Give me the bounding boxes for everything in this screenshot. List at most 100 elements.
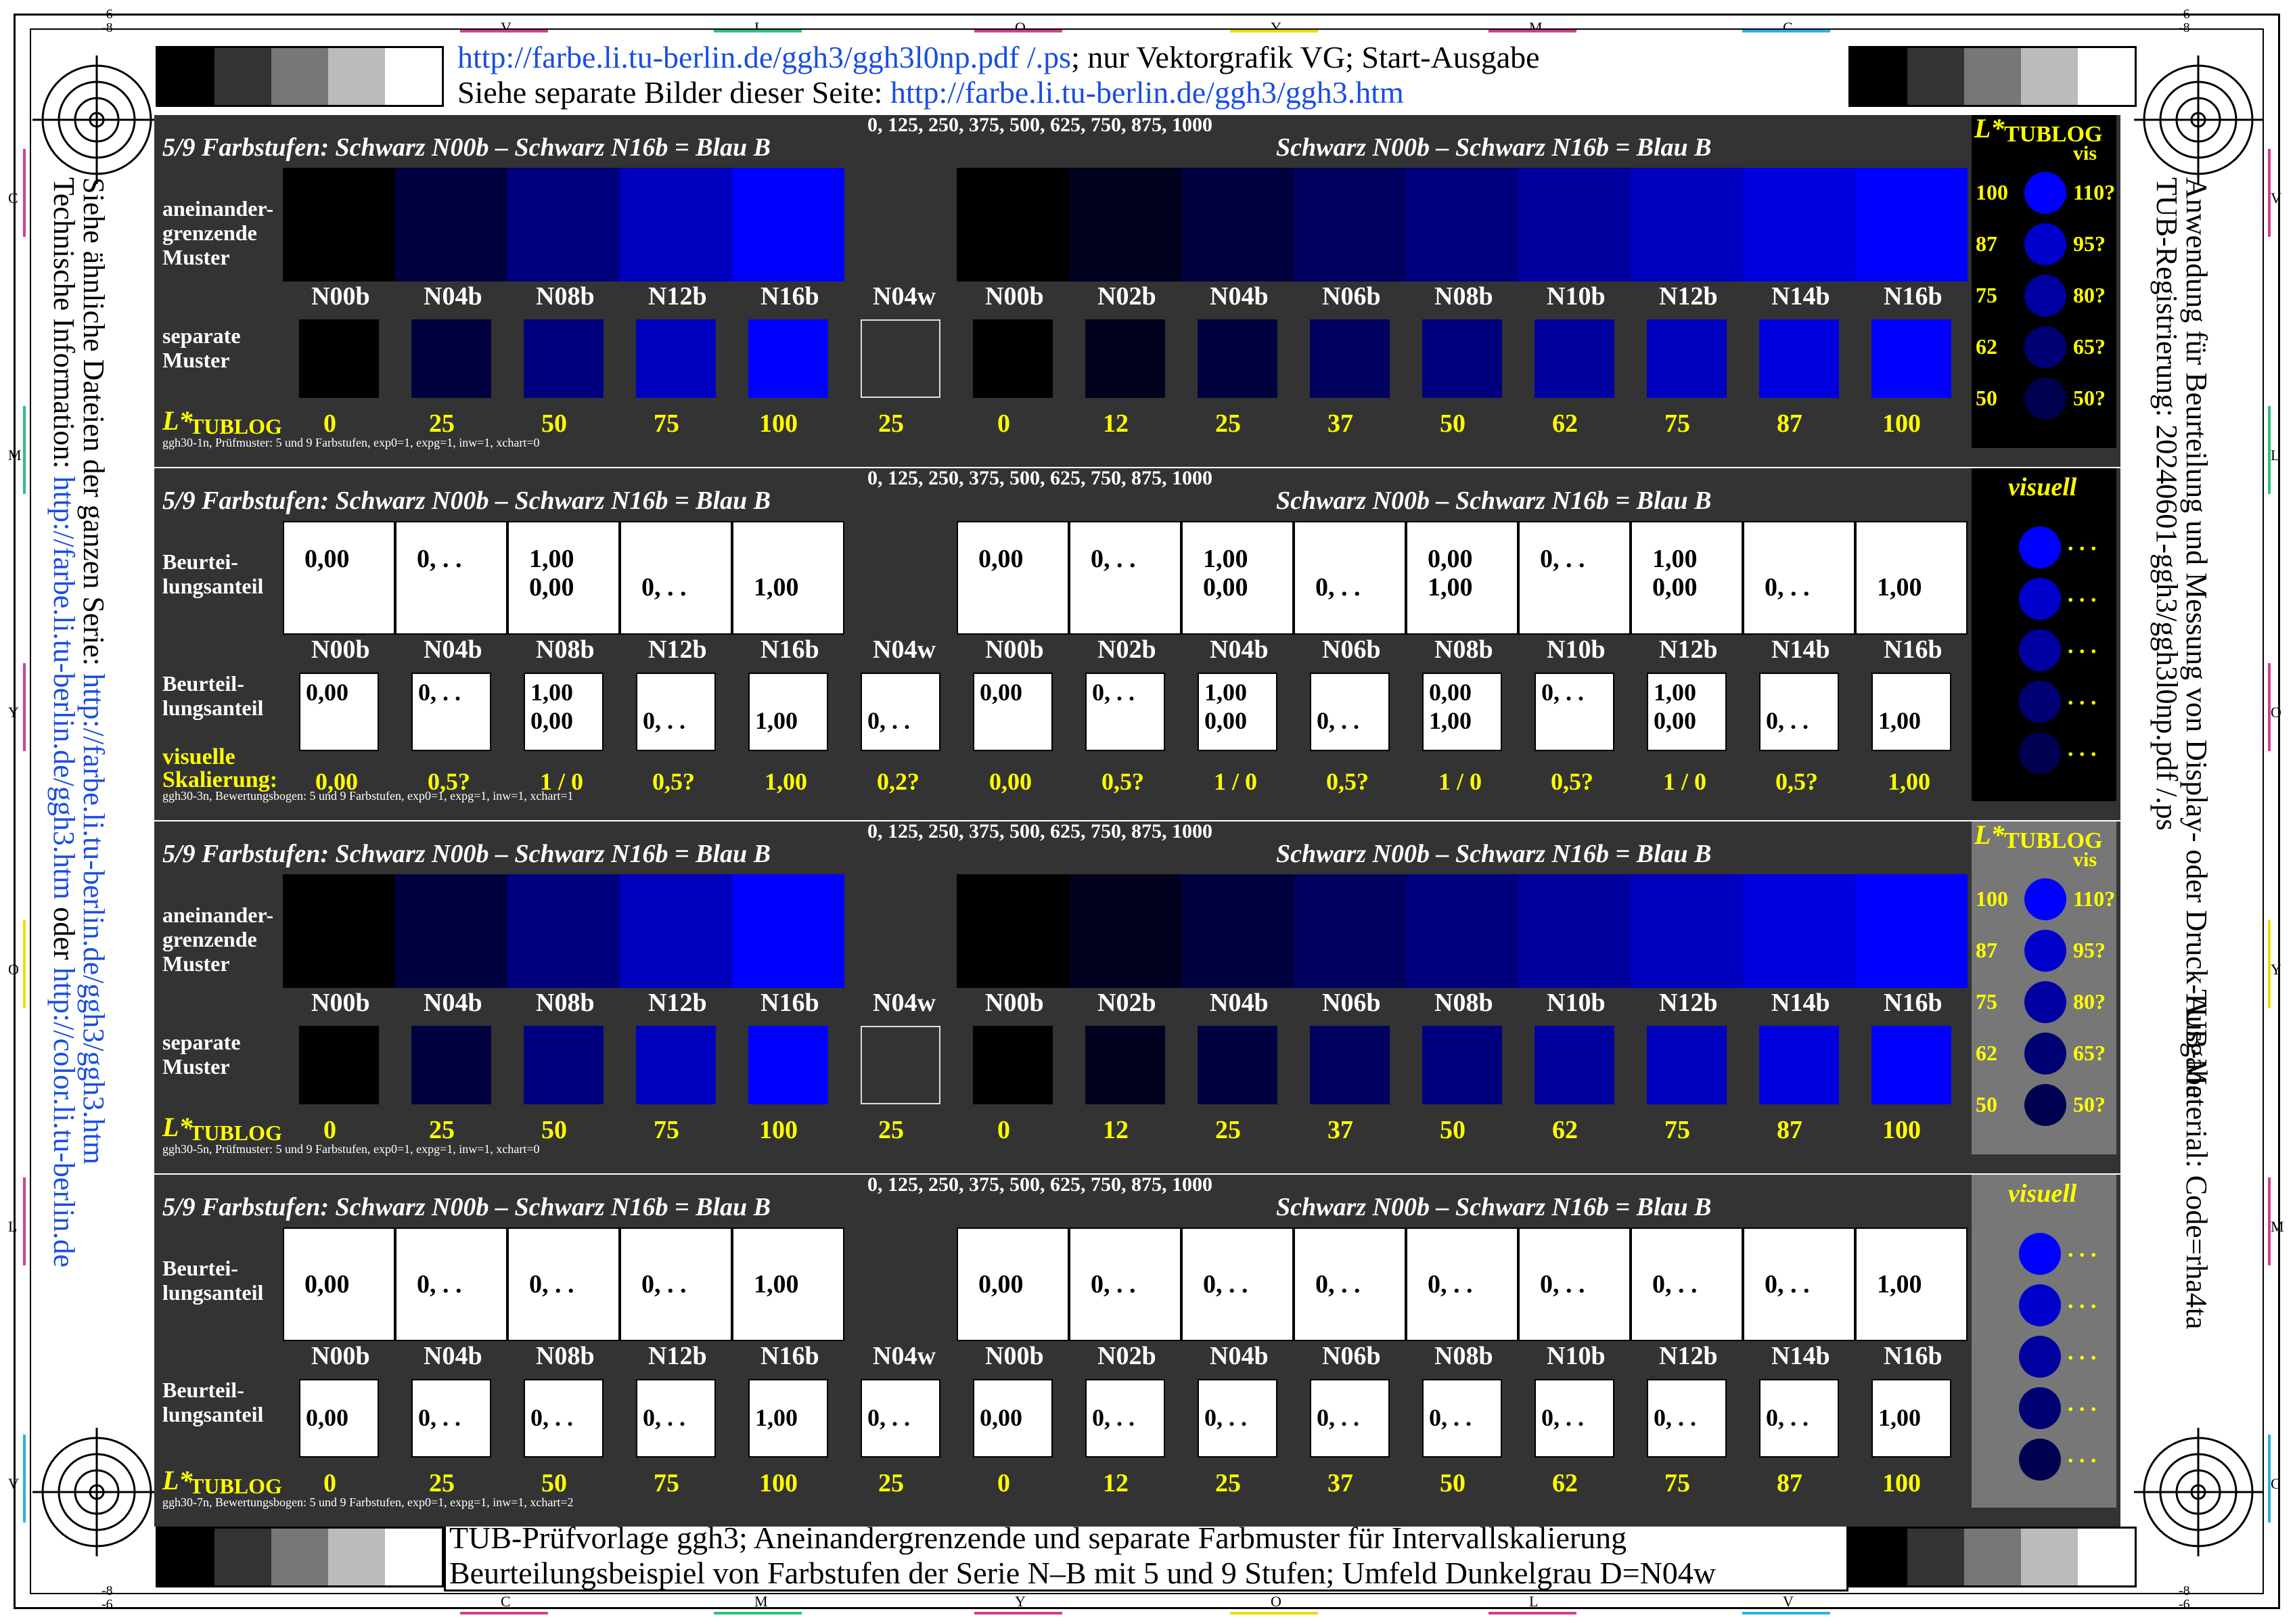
side-dots-0: . . . [2068,1237,2097,1262]
separate-patch-7 [1085,319,1165,398]
lstar-value-5: 25 [878,409,904,438]
separate-patch-1 [411,1026,491,1104]
adjacent-patch-2 [507,874,620,988]
judge-value: 0,00 [530,707,573,734]
code-label-9: N06b [1322,1342,1381,1370]
label-judge2-1: lungsanteil [162,696,264,720]
right-color-strip [2268,1177,2271,1265]
lstar-value-11: 62 [1552,409,1578,438]
judge-box-top-0[interactable] [283,521,395,635]
judge-value: 1,00 [754,573,799,602]
judge-box-top-11[interactable] [1518,521,1631,635]
lstar-value-13: 87 [1777,1116,1802,1144]
lstar-label: L* [162,405,193,436]
adjacent-patch-13 [1743,168,1855,281]
judge-value: 0, . . [1428,1270,1473,1299]
side-left-3: 62 [1976,334,1997,359]
judge-box-top-6[interactable] [957,521,1069,635]
code-label-0: N00b [311,282,370,311]
panel-footnote: ggh30-5n, Prüfmuster: 5 und 9 Farbstufen… [162,1142,540,1156]
gray-ramp-top-right [1848,46,2137,107]
code-label-7: N02b [1097,1342,1156,1370]
skal-value-3: 0,5? [652,768,695,795]
separate-patch-3 [636,1026,716,1104]
bottom-color-strip [460,1612,548,1615]
left-color-strip [23,149,26,237]
separate-patch-4 [748,319,828,398]
panel-footnote: ggh30-3n, Bewertungsbogen: 5 und 9 Farbs… [162,789,574,803]
code-label-11: N10b [1547,1342,1606,1370]
lstar-value-11: 62 [1552,1116,1578,1144]
lstar-value-0: 0 [323,409,336,438]
judge-value: 1,00 [1878,707,1921,734]
judge-value: 0, . . [1091,545,1136,573]
header-link-htm[interactable]: http://farbe.li.tu-berlin.de/ggh3/ggh3.h… [890,75,1404,110]
separate-patch-10 [1422,1026,1502,1104]
left-link-color[interactable]: http://color.li.tu-berlin.de [47,968,81,1268]
judge-value: 0, . . [417,545,462,573]
separate-patch-8 [1198,319,1277,398]
code-label-10: N08b [1434,635,1493,664]
judge-value: 0,00 [1654,707,1696,734]
code-label-0: N00b [311,1342,370,1370]
adjacent-patch-3 [620,874,732,988]
panel-title-right: Schwarz N00b – Schwarz N16b = Blau B [1276,133,1712,162]
adjacent-patch-10 [1406,168,1518,281]
lstar-value-3: 75 [654,409,679,438]
judge-value: 0,00 [304,1270,350,1299]
judge-value: 0,00 [1428,545,1473,573]
adjacent-patch-8 [1181,168,1294,281]
right-letter-m: M [2271,1218,2284,1235]
adjacent-patch-0 [283,168,395,281]
top-color-strip [460,30,548,32]
adjacent-patch-14 [1855,874,1968,988]
code-label-9: N06b [1322,989,1381,1017]
judge-value: 0, . . [641,1270,687,1299]
header-link-pdf[interactable]: http://farbe.li.tu-berlin.de/ggh3/ggh3l0… [457,40,1071,74]
judge-value: 0, . . [1540,545,1585,573]
panel-title-right: Schwarz N00b – Schwarz N16b = Blau B [1276,840,1712,868]
judge-value: 0, . . [1315,573,1361,602]
code-label-7: N02b [1097,989,1156,1017]
scale-values: 0, 125, 250, 375, 500, 625, 750, 875, 10… [867,467,1212,489]
judge-value: 0, . . [1765,1270,1810,1299]
adjacent-patch-13 [1743,874,1855,988]
judge-value: 0, . . [418,1404,461,1431]
side-left-4: 50 [1976,1092,1997,1116]
judge-box-top-7[interactable] [1069,521,1181,635]
adjacent-patch-9 [1294,874,1406,988]
label-judge2-1: lungsanteil [162,1402,264,1426]
skal-value-9: 0,5? [1326,768,1369,795]
side-dot-icon [2019,578,2061,620]
skal-value-10: 1 / 0 [1438,768,1482,795]
adjacent-patch-6 [957,874,1069,988]
code-label-8: N04b [1210,989,1269,1017]
separate-patch-14 [1871,1026,1951,1104]
side-dot-icon [2019,1233,2061,1275]
side-dot-icon [2019,732,2061,774]
separate-patch-7 [1085,1026,1165,1104]
judge-value: 0, . . [1541,679,1584,706]
code-label-3: N12b [648,635,707,664]
adjacent-patch-1 [395,874,507,988]
skal-value-11: 0,5? [1551,768,1593,795]
lstar-value-12: 75 [1664,409,1690,438]
judge-value: 0, . . [1652,1270,1698,1299]
judge-box-top-1[interactable] [395,521,507,635]
lstar-value-7: 12 [1103,1469,1129,1497]
separate-patch-0 [299,1026,379,1104]
code-label-6: N00b [985,1342,1044,1370]
side-dots-0: . . . [2068,531,2097,556]
judge-value: 0, . . [1092,1404,1135,1431]
code-label-14: N16b [1884,282,1942,311]
left-link-ggh3[interactable]: http://farbe.li.tu-berlin.de/ggh3.htm [47,476,81,900]
judge-value: 0, . . [1766,707,1809,734]
separate-patch-11 [1535,319,1614,398]
judge-value: 0, . . [1540,1270,1585,1299]
bottom-color-strip [1742,1612,1830,1615]
adjacent-patch-4 [732,168,844,281]
left-link-series[interactable]: http://farbe.li.tu-berlin.de/ggh3/ggh3.h… [77,673,110,1165]
lstar-value-2: 50 [541,409,567,438]
side-dot-icon [2024,326,2066,368]
side-left-1: 87 [1976,231,1997,256]
